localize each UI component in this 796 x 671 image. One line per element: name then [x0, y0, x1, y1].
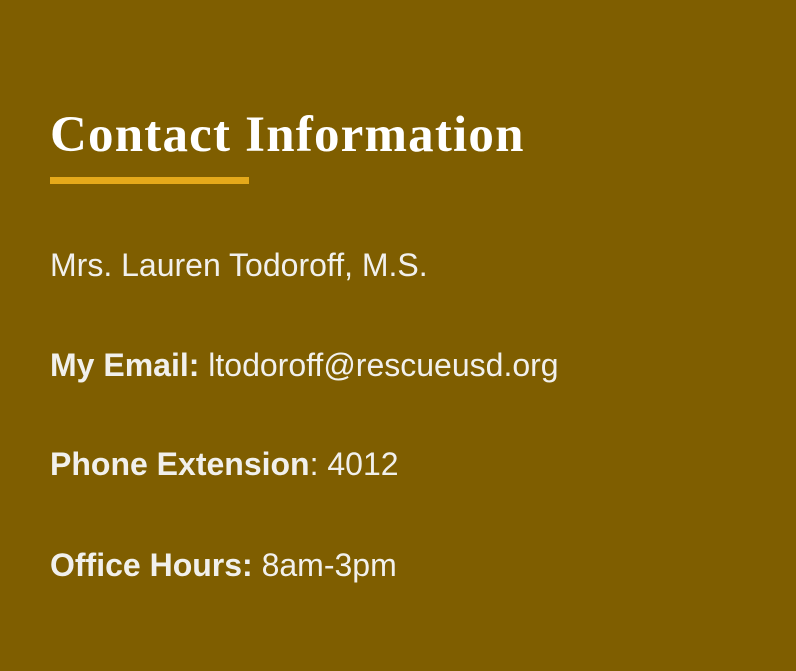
contact-card: Contact Information Mrs. Lauren Todoroff… [50, 0, 770, 671]
phone-label: Phone Extension [50, 446, 310, 482]
office-hours-row: Office Hours: 8am-3pm [50, 545, 397, 585]
email-row: My Email: ltodoroff@rescueusd.org [50, 345, 559, 385]
contact-name: Mrs. Lauren Todoroff, M.S. [50, 247, 428, 283]
email-link[interactable]: ltodoroff@rescueusd.org [208, 347, 558, 383]
contact-title: Contact Information [50, 107, 525, 163]
office-hours-value: 8am-3pm [261, 547, 397, 583]
email-label: My Email: [50, 347, 200, 383]
phone-value: 4012 [327, 446, 399, 482]
title-underline [50, 177, 249, 184]
office-hours-label: Office Hours: [50, 547, 253, 583]
phone-separator: : [309, 446, 328, 482]
phone-row: Phone Extension: 4012 [50, 444, 399, 484]
